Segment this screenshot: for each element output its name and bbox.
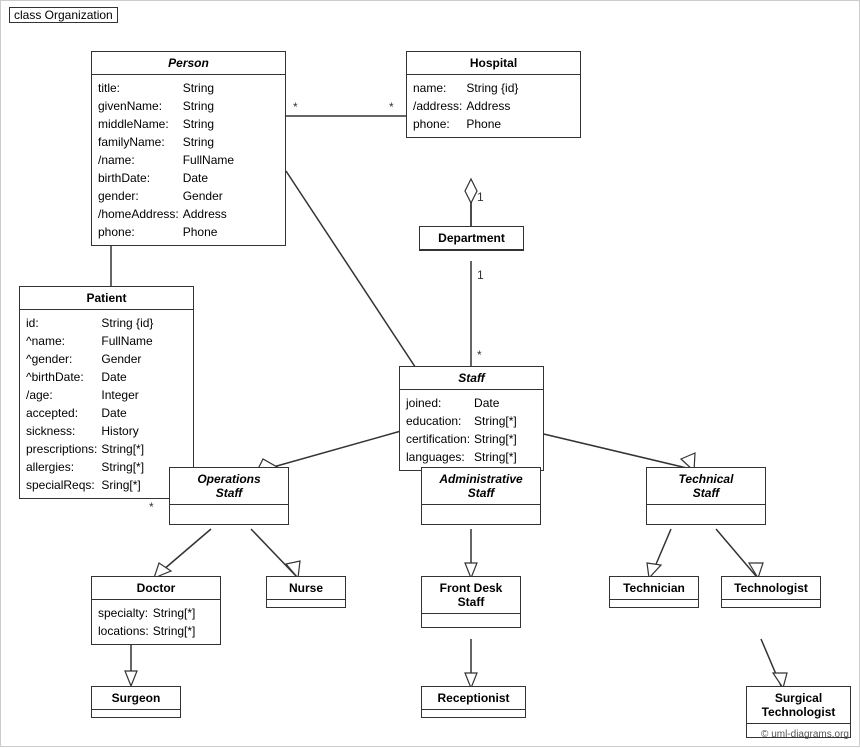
class-technician: Technician bbox=[609, 576, 699, 608]
class-doctor: Doctor specialty:String[*] locations:Str… bbox=[91, 576, 221, 645]
class-surgeon: Surgeon bbox=[91, 686, 181, 718]
svg-text:*: * bbox=[477, 348, 482, 362]
class-staff-attrs: joined:Date education:String[*] certific… bbox=[400, 390, 543, 470]
class-department-title: Department bbox=[420, 227, 523, 250]
svg-text:*: * bbox=[149, 500, 154, 514]
class-technologist-title: Technologist bbox=[722, 577, 820, 600]
class-technical-staff: Technical Staff bbox=[646, 467, 766, 525]
class-receptionist: Receptionist bbox=[421, 686, 526, 718]
class-front-desk-staff-title: Front Desk Staff bbox=[422, 577, 520, 614]
diagram-title: class Organization bbox=[9, 7, 118, 23]
class-operations-staff: Operations Staff bbox=[169, 467, 289, 525]
class-surgeon-title: Surgeon bbox=[92, 687, 180, 710]
class-patient-title: Patient bbox=[20, 287, 193, 310]
class-administrative-staff: Administrative Staff bbox=[421, 467, 541, 525]
class-nurse-title: Nurse bbox=[267, 577, 345, 600]
class-technical-staff-title: Technical Staff bbox=[647, 468, 765, 505]
class-receptionist-title: Receptionist bbox=[422, 687, 525, 710]
class-technologist: Technologist bbox=[721, 576, 821, 608]
svg-text:1: 1 bbox=[477, 190, 484, 204]
class-department: Department bbox=[419, 226, 524, 251]
class-doctor-attrs: specialty:String[*] locations:String[*] bbox=[92, 600, 220, 644]
class-operations-staff-title: Operations Staff bbox=[170, 468, 288, 505]
class-nurse: Nurse bbox=[266, 576, 346, 608]
class-hospital-attrs: name:String {id} /address:Address phone:… bbox=[407, 75, 580, 137]
class-person: Person title:String givenName:String mid… bbox=[91, 51, 286, 246]
copyright-text: © uml-diagrams.org bbox=[761, 729, 849, 740]
class-person-title: Person bbox=[92, 52, 285, 75]
class-front-desk-staff: Front Desk Staff bbox=[421, 576, 521, 628]
class-surgical-technologist-title: Surgical Technologist bbox=[747, 687, 850, 724]
class-patient: Patient id:String {id} ^name:FullName ^g… bbox=[19, 286, 194, 499]
diagram-container: class Organization * * 1 bbox=[0, 0, 860, 747]
class-staff: Staff joined:Date education:String[*] ce… bbox=[399, 366, 544, 471]
class-staff-title: Staff bbox=[400, 367, 543, 390]
class-doctor-title: Doctor bbox=[92, 577, 220, 600]
class-technician-title: Technician bbox=[610, 577, 698, 600]
svg-text:*: * bbox=[293, 100, 298, 114]
class-hospital-title: Hospital bbox=[407, 52, 580, 75]
class-administrative-staff-title: Administrative Staff bbox=[422, 468, 540, 505]
class-person-attrs: title:String givenName:String middleName… bbox=[92, 75, 285, 245]
svg-text:*: * bbox=[389, 100, 394, 114]
class-hospital: Hospital name:String {id} /address:Addre… bbox=[406, 51, 581, 138]
class-patient-attrs: id:String {id} ^name:FullName ^gender:Ge… bbox=[20, 310, 193, 498]
svg-text:1: 1 bbox=[477, 268, 484, 282]
